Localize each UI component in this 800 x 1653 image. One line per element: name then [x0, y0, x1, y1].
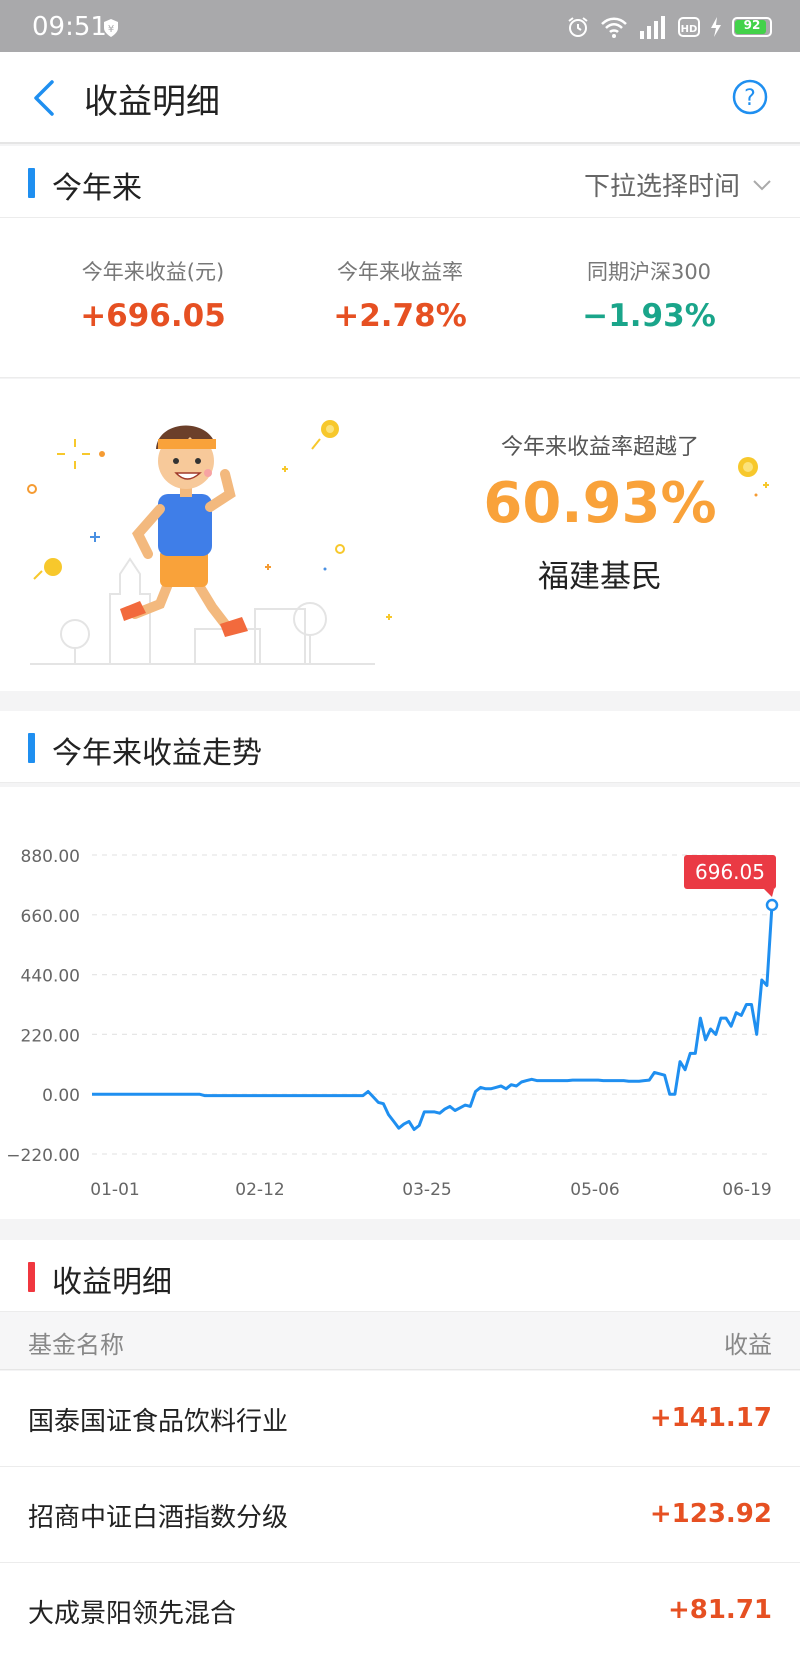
col-gain: 收益 — [724, 1331, 772, 1359]
table-header: 基金名称 收益 — [0, 1312, 800, 1370]
callout-pointer — [764, 889, 774, 898]
table-row[interactable]: 国泰国证食品饮料行业 +141.17 — [0, 1371, 800, 1467]
page-title: 收益明细 — [84, 82, 220, 122]
col-fund-name: 基金名称 — [28, 1331, 124, 1359]
metric-value: +2.78% — [333, 298, 467, 334]
alarm-icon — [568, 17, 588, 37]
wifi-icon — [601, 17, 627, 38]
y-tick-label: 0.00 — [42, 1086, 80, 1106]
y-tick-label: 880.00 — [21, 847, 80, 867]
help-icon[interactable]: ? — [732, 79, 768, 115]
svg-text:?: ? — [744, 86, 756, 111]
fund-name: 招商中证白酒指数分级 — [28, 1503, 289, 1533]
ytd-section-title: 今年来 — [52, 171, 142, 206]
series-line — [92, 904, 774, 1131]
status-icons: HD 92 — [566, 14, 772, 40]
detail-section-title: 收益明细 — [52, 1265, 172, 1300]
metric-hs300: 同期沪深300 −1.93% — [516, 256, 782, 334]
y-tick-label: 660.00 — [21, 907, 80, 927]
ranking-banner: 今年来收益率超越了 60.93% 福建基民 — [0, 379, 800, 691]
trend-chart: 880.00 660.00 440.00 220.00 0.00 −220.00 01-01… — [0, 787, 800, 1219]
x-tick-label: 05-06 — [570, 1180, 619, 1200]
nav-bar: 收益明细 ? — [0, 52, 800, 144]
metric-value: −1.93% — [582, 298, 716, 334]
charging-icon — [711, 17, 721, 37]
chevron-down-icon — [753, 179, 771, 190]
runner-illustration — [27, 420, 392, 665]
ranking-percent: 60.93% — [483, 471, 717, 536]
ranking-group: 福建基民 — [538, 559, 662, 595]
section-marker — [28, 1262, 35, 1292]
coin-icon — [738, 457, 769, 497]
y-tick-label: −220.00 — [6, 1146, 80, 1166]
y-tick-label: 440.00 — [21, 967, 80, 987]
shield-icon: ¥ — [104, 19, 118, 37]
fund-name: 国泰国证食品饮料行业 — [28, 1407, 289, 1437]
line-chart: 880.00 660.00 440.00 220.00 0.00 −220.00 01-01… — [6, 847, 779, 1200]
x-tick-label: 06-19 — [722, 1180, 771, 1200]
x-tick-label: 02-12 — [235, 1180, 284, 1200]
hd-icon: HD — [678, 17, 700, 37]
table-row[interactable]: 招商中证白酒指数分级 +123.92 — [0, 1467, 800, 1563]
metric-value: +696.05 — [80, 298, 226, 334]
back-button[interactable] — [28, 76, 60, 120]
x-tick-label: 01-01 — [90, 1180, 139, 1200]
x-tick-label: 03-25 — [402, 1180, 451, 1200]
time-picker[interactable]: 下拉选择时间 — [584, 166, 772, 203]
ytd-section-header: 今年来 下拉选择时间 — [0, 146, 800, 218]
svg-text:¥: ¥ — [108, 24, 114, 35]
section-marker — [28, 733, 35, 763]
fund-gain: +141.17 — [649, 1403, 772, 1433]
metric-ytd-gain: 今年来收益(元) +696.05 — [20, 256, 286, 334]
ranking-label: 今年来收益率超越了 — [500, 435, 699, 460]
detail-section-header: 收益明细 — [0, 1240, 800, 1312]
trend-section-header: 今年来收益走势 — [0, 711, 800, 783]
battery-icon: 92 — [732, 17, 772, 37]
metric-label: 今年来收益(元) — [81, 260, 225, 284]
svg-text:HD: HD — [681, 24, 698, 35]
section-marker — [28, 168, 35, 198]
fund-gain: +81.71 — [667, 1595, 772, 1625]
battery-level: 92 — [743, 18, 761, 32]
ytd-summary: 今年来收益(元) +696.05 今年来收益率 +2.78% 同期沪深300 −… — [0, 218, 800, 378]
y-tick-label: 220.00 — [21, 1026, 80, 1046]
trend-section-title: 今年来收益走势 — [52, 736, 262, 771]
fund-gain: +123.92 — [649, 1499, 772, 1529]
status-time: 09:51 — [32, 12, 107, 42]
table-row[interactable]: 大成景阳领先混合 +81.71 — [0, 1563, 800, 1653]
metric-label: 今年来收益率 — [337, 260, 463, 284]
time-picker-label: 下拉选择时间 — [583, 172, 740, 202]
metric-ytd-rate: 今年来收益率 +2.78% — [267, 256, 533, 334]
last-point-marker — [765, 898, 779, 912]
signal-icon — [640, 16, 665, 39]
metric-label: 同期沪深300 — [586, 260, 712, 284]
callout-label: 696.05 — [695, 860, 765, 884]
fund-name: 大成景阳领先混合 — [28, 1599, 237, 1629]
status-bar: 09:51 ¥ HD 92 — [0, 0, 800, 52]
